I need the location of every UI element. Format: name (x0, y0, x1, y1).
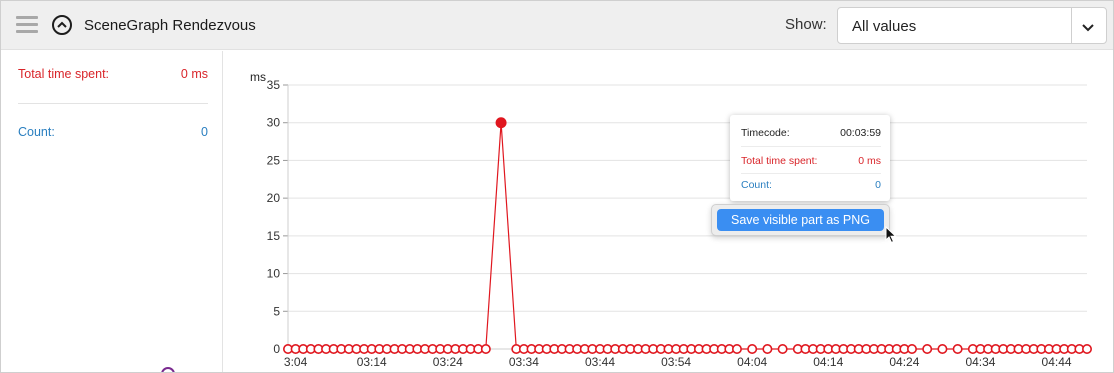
data-point (906, 343, 917, 354)
y-tick-label: 5 (273, 304, 280, 318)
x-tick-label: 3:04 (284, 355, 308, 369)
tooltip-divider (741, 173, 881, 174)
x-tick-label: 04:24 (889, 355, 919, 369)
data-point (937, 343, 948, 354)
x-tick-label: 04:34 (965, 355, 995, 369)
tooltip-count-label: Count: (741, 179, 772, 191)
x-tick-label: 04:44 (1042, 355, 1072, 369)
tooltip-divider (741, 146, 881, 147)
x-tick-label: 04:14 (813, 355, 843, 369)
x-tick-label: 03:14 (357, 355, 387, 369)
y-tick-label: 35 (267, 78, 281, 92)
data-point (952, 343, 963, 354)
save-png-menu-item[interactable]: Save visible part as PNG (717, 209, 884, 231)
y-tick-label: 30 (267, 116, 281, 130)
x-tick-label: 04:04 (737, 355, 767, 369)
y-tick-label: 25 (267, 153, 281, 167)
data-point (747, 343, 758, 354)
y-tick-label: 0 (273, 342, 280, 356)
data-point-peak (495, 117, 507, 129)
x-tick-label: 03:54 (661, 355, 691, 369)
tooltip-timecode-value: 00:03:59 (840, 127, 881, 139)
data-point (480, 343, 491, 354)
y-tick-label: 15 (267, 229, 281, 243)
timeline-chart[interactable]: 0 5 10 15 20 25 30 35ms 3:04 03:14 03:24 03:34 03:44… (1, 1, 1114, 373)
tooltip-total-label: Total time spent: (741, 155, 818, 167)
app-window: SceneGraph Rendezvous Show: All values T… (0, 0, 1114, 373)
data-point (731, 343, 742, 354)
x-tick-label: 03:24 (433, 355, 463, 369)
data-point (922, 343, 933, 354)
y-tick-label: 20 (267, 191, 281, 205)
tooltip-timecode-label: Timecode: (741, 127, 790, 139)
tooltip-count-value: 0 (875, 179, 881, 191)
x-tick-label: 03:34 (509, 355, 539, 369)
cursor-arrow-icon (885, 225, 897, 249)
chart-tooltip: Timecode: 00:03:59 Total time spent: 0 m… (730, 115, 890, 201)
y-axis-label: ms (250, 70, 266, 84)
data-point (777, 343, 788, 354)
data-point (762, 343, 773, 354)
x-tick-label: 03:44 (585, 355, 615, 369)
tooltip-total-value: 0 ms (858, 155, 881, 167)
context-menu: Save visible part as PNG (711, 204, 890, 236)
y-tick-label: 10 (267, 267, 281, 281)
data-point (1082, 343, 1093, 354)
